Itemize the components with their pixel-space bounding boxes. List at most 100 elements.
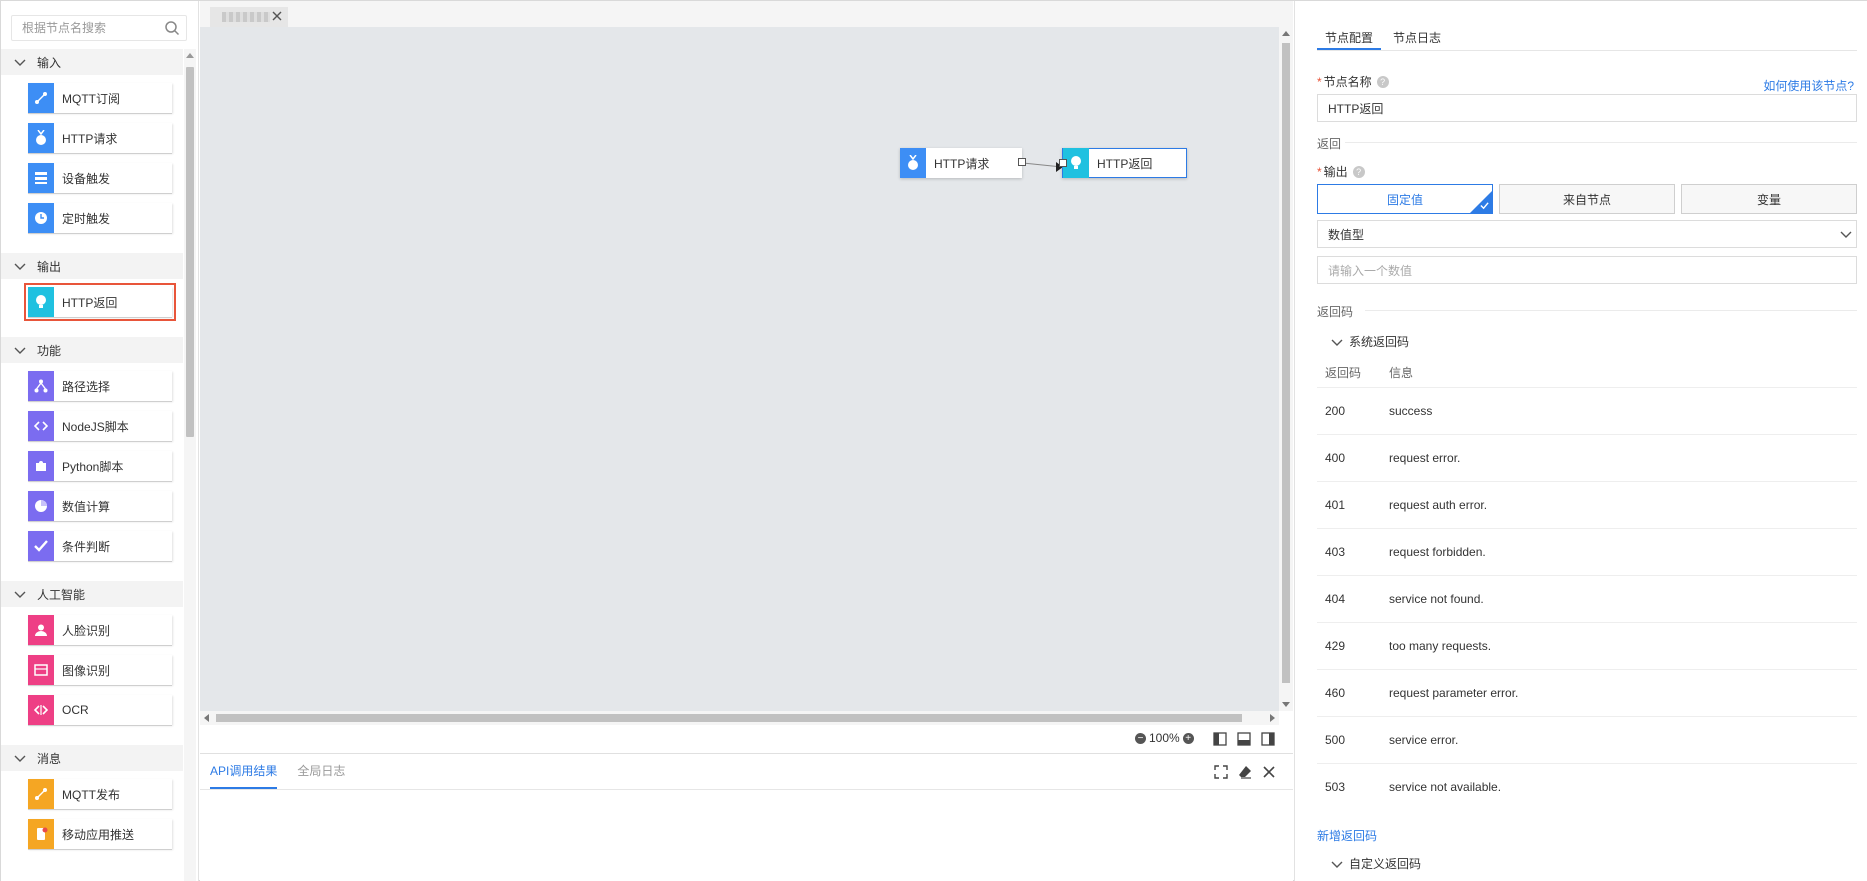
tab-node-log[interactable]: 节点日志: [1385, 29, 1449, 50]
palette-node-item[interactable]: HTTP请求: [28, 123, 172, 153]
canvas-node-http-request[interactable]: HTTP请求: [900, 148, 1026, 178]
tab-api-result[interactable]: API调用结果: [210, 762, 278, 789]
palette-node-item[interactable]: Python脚本: [28, 451, 172, 481]
palette-node-item[interactable]: 设备触发: [28, 163, 172, 193]
segment-variable[interactable]: 变量: [1681, 184, 1857, 214]
table-row: 401 request auth error.: [1317, 481, 1857, 528]
palette-node-item[interactable]: 定时触发: [28, 203, 172, 233]
help-icon[interactable]: ?: [1352, 165, 1365, 178]
segment-fixed-value[interactable]: 固定值: [1317, 184, 1493, 214]
zoom-in-icon[interactable]: +: [1182, 732, 1194, 744]
palette-node-item[interactable]: OCR: [28, 695, 172, 725]
palette-node-label: 设备触发: [62, 171, 111, 186]
palette-node-label: 定时触发: [62, 211, 111, 226]
table-row: 460 request parameter error.: [1317, 669, 1857, 716]
help-icon[interactable]: ?: [1376, 75, 1389, 88]
flow-document-tab[interactable]: [210, 7, 288, 27]
check-icon: [28, 531, 54, 561]
return-code-cell: 200: [1325, 404, 1346, 418]
palette-node-item[interactable]: MQTT订阅: [28, 83, 172, 113]
close-tab-icon[interactable]: [270, 9, 284, 23]
value-type-select[interactable]: 数值型: [1317, 220, 1857, 248]
flow-canvas[interactable]: HTTP请求 HTTP返回: [200, 27, 1279, 711]
node-config-panel: 节点配置 节点日志 * 节点名称 ? 如何使用该节点? HTTP返回 返回 * …: [1294, 1, 1867, 881]
table-row: 200 success: [1317, 387, 1857, 434]
palette-scrollbar[interactable]: [184, 49, 196, 881]
segment-from-node[interactable]: 来自节点: [1499, 184, 1675, 214]
palette-group-title: 人工智能: [37, 587, 86, 602]
canvas-horizontal-scrollbar[interactable]: [200, 711, 1279, 725]
palette-node-item[interactable]: 人脸识别: [28, 615, 172, 645]
tab-node-config[interactable]: 节点配置: [1317, 29, 1382, 50]
palette-group-header[interactable]: 输入: [1, 49, 183, 75]
divider: [1345, 142, 1857, 143]
pie-icon: [28, 491, 54, 521]
node-search-input[interactable]: [12, 16, 152, 40]
close-panel-icon[interactable]: [1261, 764, 1277, 780]
add-return-code-link[interactable]: 新增返回码: [1317, 827, 1377, 844]
node-name-input[interactable]: HTTP返回: [1317, 94, 1857, 122]
output-port[interactable]: [1018, 158, 1026, 166]
eraser-icon[interactable]: [1237, 764, 1253, 780]
system-codes-toggle[interactable]: 系统返回码: [1331, 333, 1409, 350]
canvas-vertical-scrollbar[interactable]: [1279, 27, 1293, 711]
scroll-up-arrow-icon[interactable]: [186, 53, 194, 58]
custom-codes-toggle[interactable]: 自定义返回码: [1331, 855, 1421, 872]
palette-group-header[interactable]: 功能: [1, 337, 183, 363]
return-code-cell: 403: [1325, 545, 1346, 559]
canvas-hscroll-thumb[interactable]: [216, 714, 1242, 722]
fullscreen-icon[interactable]: [1213, 764, 1229, 780]
scroll-up-arrow-icon[interactable]: [1282, 31, 1290, 36]
search-icon[interactable]: [164, 20, 180, 36]
return-code-cell: 404: [1325, 592, 1346, 606]
layout-left-panel-icon[interactable]: [1213, 732, 1227, 746]
palette-scroll-thumb[interactable]: [186, 67, 194, 437]
palette-group-header[interactable]: 消息: [1, 745, 183, 771]
zoom-out-icon[interactable]: −: [1135, 732, 1146, 744]
app-root: 输入 MQTT订阅 HTTP请求设备触发定时触发输出 HTTP返回功能路径选择 Node…: [0, 0, 1867, 881]
layout-bottom-panel-icon[interactable]: [1237, 732, 1251, 746]
scroll-right-arrow-icon[interactable]: [1270, 714, 1275, 722]
canvas-zoom-bar: − 100% +: [200, 725, 1293, 753]
return-code-cell: 500: [1325, 733, 1346, 747]
palette-group-header[interactable]: 人工智能: [1, 581, 183, 607]
required-mark: *: [1317, 74, 1322, 89]
palette-node-item[interactable]: HTTP返回: [24, 283, 176, 321]
share-icon: [28, 779, 54, 809]
layout-right-panel-icon[interactable]: [1261, 732, 1275, 746]
node-search-box[interactable]: [11, 15, 187, 41]
scroll-down-arrow-icon[interactable]: [1282, 702, 1290, 707]
zoom-level: 100%: [1149, 731, 1180, 745]
input-port[interactable]: [1059, 159, 1067, 167]
palette-node-item[interactable]: MQTT发布: [28, 779, 172, 809]
node-connection: [1022, 162, 1063, 172]
return-code-cell: 400: [1325, 451, 1346, 465]
scroll-left-arrow-icon[interactable]: [204, 714, 209, 722]
tab-global-log[interactable]: 全局日志: [297, 762, 345, 789]
divider: [1365, 310, 1857, 311]
palette-node-item[interactable]: 数值计算: [28, 491, 172, 521]
palette-node-item[interactable]: 移动应用推送: [28, 819, 172, 849]
node-palette-sidebar: 输入 MQTT订阅 HTTP请求设备触发定时触发输出 HTTP返回功能路径选择 Node…: [1, 1, 199, 881]
return-message-cell: too many requests.: [1389, 639, 1492, 653]
palette-node-item[interactable]: 路径选择: [28, 371, 172, 401]
palette-node-item[interactable]: NodeJS脚本: [28, 411, 172, 441]
canvas-vscroll-thumb[interactable]: [1282, 43, 1290, 683]
table-row: 500 service error.: [1317, 716, 1857, 763]
canvas-node-http-return[interactable]: HTTP返回: [1059, 148, 1187, 178]
palette-group-header[interactable]: 输出: [1, 253, 183, 279]
medal-icon: [28, 123, 54, 153]
chevron-down-icon: [14, 347, 26, 354]
palette-node-item[interactable]: 条件判断: [28, 531, 172, 561]
table-header: 返回码 信息: [1317, 357, 1857, 387]
value-input[interactable]: 请输入一个数值: [1317, 256, 1857, 284]
palette-node-label: 移动应用推送: [62, 827, 135, 842]
palette-node-item[interactable]: 图像识别: [28, 655, 172, 685]
required-mark: *: [1317, 164, 1322, 179]
chevron-down-icon: [1331, 861, 1343, 868]
table-row: 429 too many requests.: [1317, 622, 1857, 669]
how-to-use-link[interactable]: 如何使用该节点?: [1763, 77, 1854, 94]
